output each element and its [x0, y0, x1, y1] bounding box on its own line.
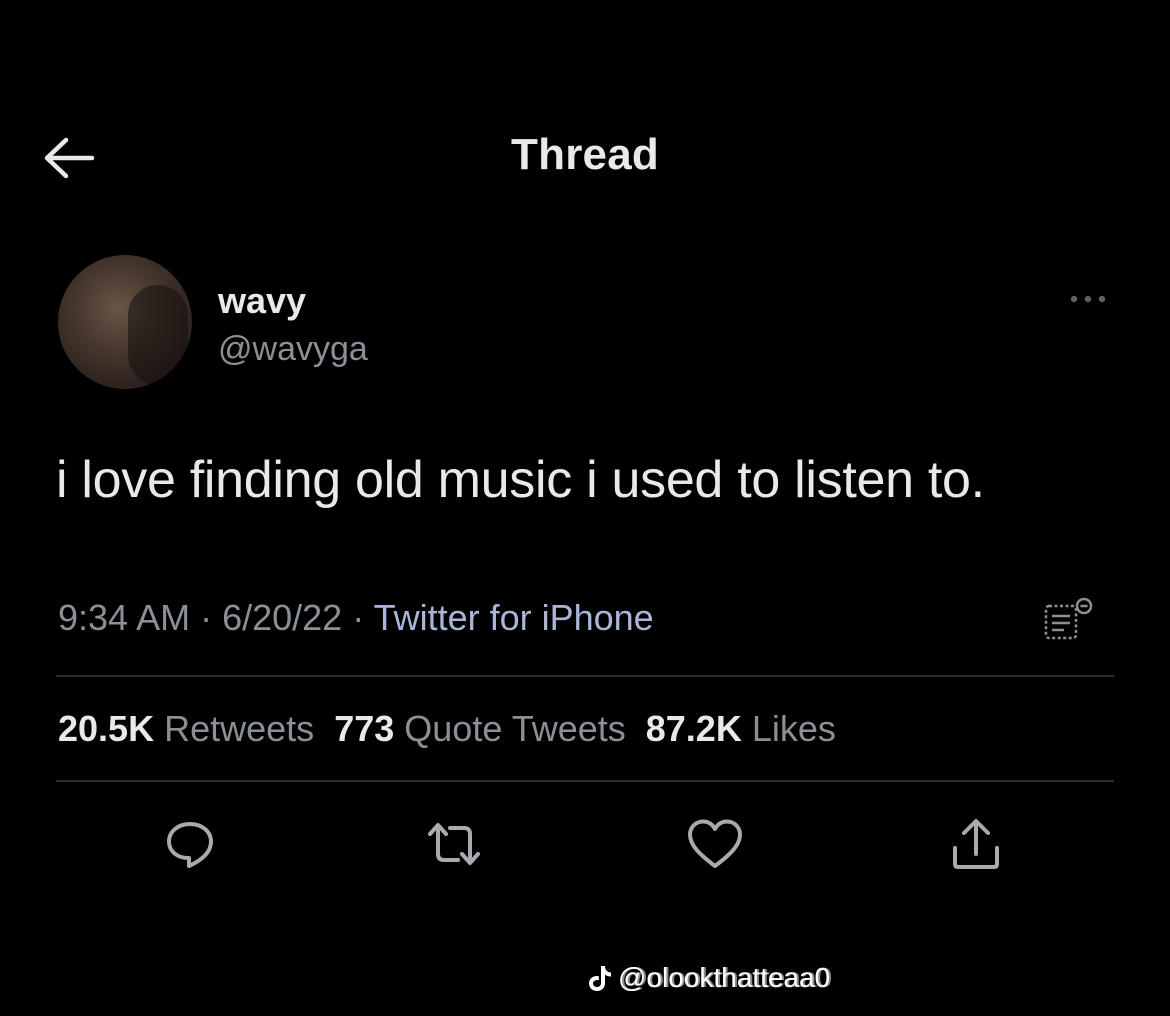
- page-title: Thread: [511, 130, 659, 179]
- quote-tweets-count: 773: [334, 708, 395, 749]
- watermark-text: @olookthatteaa0: [618, 962, 831, 993]
- retweet-button[interactable]: [424, 814, 484, 874]
- like-button[interactable]: [685, 814, 745, 874]
- quote-tweets-stat[interactable]: 773 Quote Tweets: [334, 708, 626, 749]
- retweets-stat[interactable]: 20.5K Retweets: [58, 708, 314, 749]
- analytics-icon: [1044, 597, 1093, 640]
- avatar-shade: [128, 285, 188, 385]
- tweet-stats: 20.5K Retweets 773 Quote Tweets 87.2K Li…: [58, 708, 836, 750]
- divider: [56, 675, 1114, 677]
- tweet-source-link[interactable]: Twitter for iPhone: [374, 597, 654, 638]
- share-icon: [953, 819, 999, 869]
- retweet-icon: [428, 823, 480, 865]
- likes-stat[interactable]: 87.2K Likes: [646, 708, 836, 749]
- reply-icon: [167, 822, 213, 868]
- tweet-date: 6/20/22: [222, 597, 343, 638]
- author-handle[interactable]: @wavyga: [218, 330, 368, 369]
- analytics-button[interactable]: [1040, 596, 1100, 644]
- avatar[interactable]: [58, 255, 192, 389]
- more-icon: [1070, 295, 1106, 303]
- meta-separator: ·: [190, 597, 223, 638]
- retweets-label: Retweets: [164, 708, 315, 749]
- retweets-count: 20.5K: [58, 708, 155, 749]
- meta-separator: ·: [342, 597, 374, 638]
- like-icon: [688, 819, 742, 868]
- quote-tweets-label: Quote Tweets: [404, 708, 626, 749]
- share-button[interactable]: [946, 814, 1006, 874]
- watermark: @olookthatteaa0: [588, 962, 830, 994]
- tweet-meta: 9:34 AM · 6/20/22 · Twitter for iPhone: [58, 597, 654, 639]
- reply-button[interactable]: [160, 814, 220, 874]
- divider: [56, 780, 1114, 782]
- likes-label: Likes: [751, 708, 836, 749]
- tweet-time: 9:34 AM: [58, 597, 191, 638]
- author-display-name[interactable]: wavy: [218, 280, 306, 322]
- tweet-text: i love finding old music i used to liste…: [56, 451, 985, 509]
- more-options-button[interactable]: [1060, 284, 1116, 314]
- tiktok-icon: [589, 966, 611, 991]
- likes-count: 87.2K: [645, 708, 742, 749]
